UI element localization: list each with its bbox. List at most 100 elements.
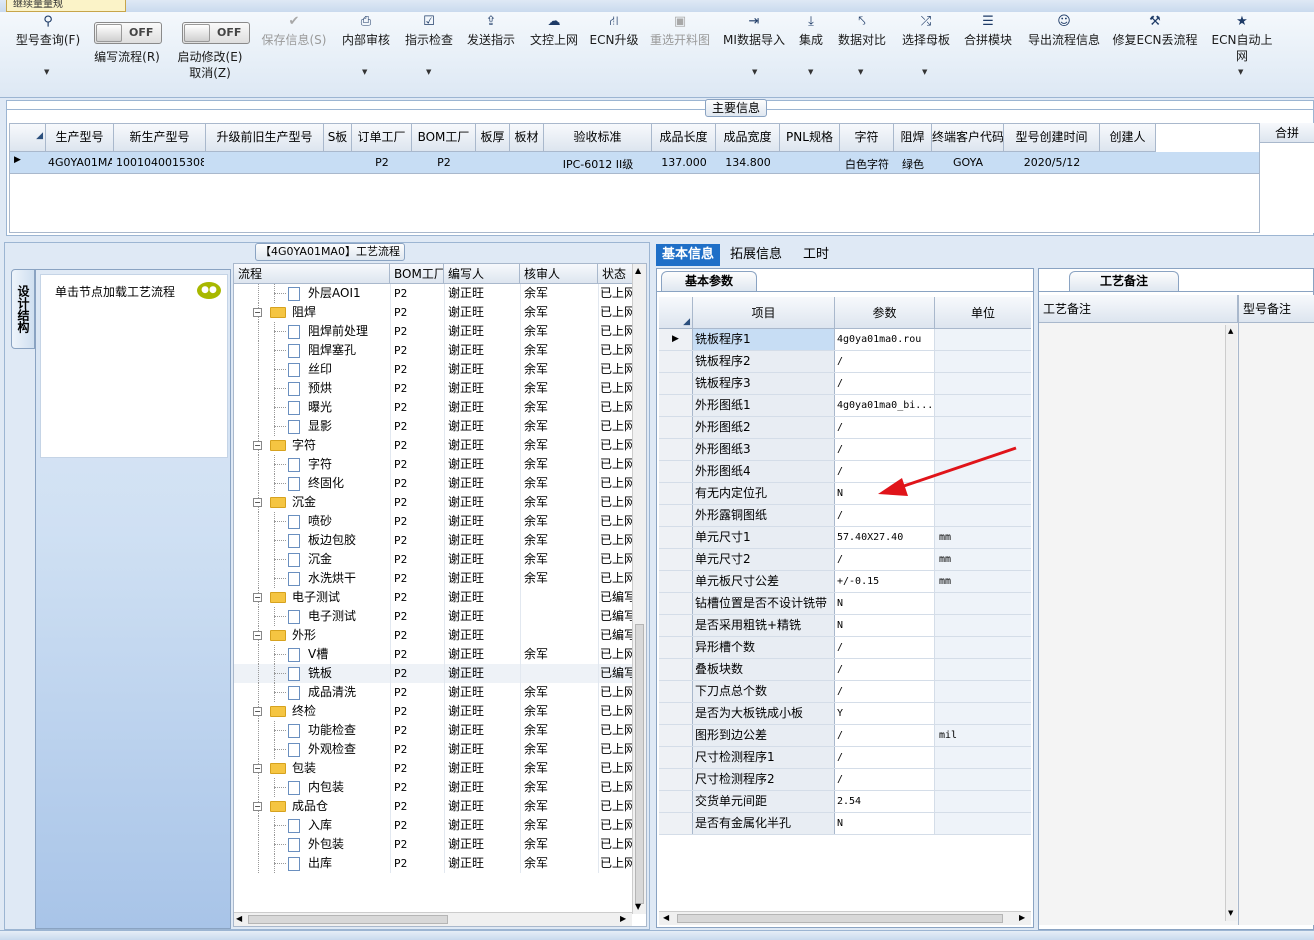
node-list[interactable]: 单击节点加载工艺流程 ●● <box>40 274 228 458</box>
col-header[interactable]: 验收标准 <box>544 124 652 152</box>
tree-row[interactable]: 功能检查 P2 谢正旺 余军 已上网 <box>234 721 634 740</box>
mi-data-import-button[interactable]: ⇥ MI数据导入 <box>720 14 788 48</box>
model-search-button[interactable]: ⚲ 型号查询(F) <box>12 14 84 48</box>
tree-row[interactable]: 终固化 P2 谢正旺 余军 已上网 <box>234 474 634 493</box>
collapse-icon[interactable]: − <box>253 498 262 507</box>
chevron-down-icon[interactable]: ▼ <box>858 68 863 76</box>
export-flow-info-button[interactable]: ☺ 导出流程信息 <box>1024 14 1104 48</box>
collapse-icon[interactable]: − <box>253 308 262 317</box>
tree-row[interactable]: 字符 P2 谢正旺 余军 已上网 <box>234 455 634 474</box>
scroll-thumb[interactable] <box>248 915 448 924</box>
tree-row[interactable]: 显影 P2 谢正旺 余军 已上网 <box>234 417 634 436</box>
tree-vertical-scrollbar[interactable]: ▲ ▼ <box>632 264 646 914</box>
ecn-auto-online-button[interactable]: ★ ECN自动上网 <box>1206 14 1278 64</box>
tree-row[interactable]: 沉金 P2 谢正旺 余军 已上网 <box>234 550 634 569</box>
chevron-down-icon[interactable]: ▼ <box>426 68 431 76</box>
chevron-down-icon[interactable]: ▼ <box>362 68 367 76</box>
col-header[interactable]: 生产型号 <box>46 124 114 152</box>
tree-row[interactable]: 外层AOI1 P2 谢正旺 余军 已上网 <box>234 284 634 303</box>
tree-row[interactable]: − 沉金 P2 谢正旺 余军 已上网 <box>234 493 634 512</box>
tree-row[interactable]: 曝光 P2 谢正旺 余军 已上网 <box>234 398 634 417</box>
tree-row[interactable]: − 阻焊 P2 谢正旺 余军 已上网 <box>234 303 634 322</box>
tree-row[interactable]: 水洗烘干 P2 谢正旺 余军 已上网 <box>234 569 634 588</box>
tree-col-header[interactable]: 编写人 <box>444 264 520 284</box>
col-header[interactable]: 成品长度 <box>652 124 716 152</box>
write-flow-toggle[interactable]: OFF <box>94 22 162 44</box>
scroll-up-icon[interactable]: ▲ <box>1228 327 1233 335</box>
cancel-label[interactable]: 取消(Z) <box>189 66 231 80</box>
tree-row[interactable]: 预烘 P2 谢正旺 余军 已上网 <box>234 379 634 398</box>
tree-row[interactable]: 出库 P2 谢正旺 余军 已上网 <box>234 854 634 873</box>
tree-col-header[interactable]: BOM工厂 <box>390 264 444 284</box>
tree-row[interactable]: 板边包胶 P2 谢正旺 余军 已上网 <box>234 531 634 550</box>
repair-ecn-flow-button[interactable]: ⚒ 修复ECN丢流程 <box>1112 14 1198 48</box>
scroll-right-icon[interactable]: ▶ <box>620 914 626 923</box>
scroll-left-icon[interactable]: ◀ <box>236 914 242 923</box>
scroll-down-icon[interactable]: ▼ <box>1228 909 1233 917</box>
chevron-down-icon[interactable]: ▼ <box>922 68 927 76</box>
tree-row[interactable]: − 外形 P2 谢正旺 已编写 <box>234 626 634 645</box>
collapse-icon[interactable]: − <box>253 707 262 716</box>
col-header[interactable]: 阻焊 <box>894 124 932 152</box>
tree-row[interactable]: 外观检查 P2 谢正旺 余军 已上网 <box>234 740 634 759</box>
tree-row[interactable]: 外包装 P2 谢正旺 余军 已上网 <box>234 835 634 854</box>
tree-row[interactable]: − 成品仓 P2 谢正旺 余军 已上网 <box>234 797 634 816</box>
collapse-icon[interactable]: − <box>253 593 262 602</box>
collapse-icon[interactable]: − <box>253 802 262 811</box>
chevron-down-icon[interactable]: ▼ <box>1238 68 1243 76</box>
tree-row[interactable]: 喷砂 P2 谢正旺 余军 已上网 <box>234 512 634 531</box>
tree-row[interactable]: 丝印 P2 谢正旺 余军 已上网 <box>234 360 634 379</box>
design-structure-tab[interactable]: 设计结构 <box>11 269 35 349</box>
tree-row[interactable]: V槽 P2 谢正旺 余军 已上网 <box>234 645 634 664</box>
col-header[interactable]: 升级前旧生产型号 <box>206 124 324 152</box>
col-header[interactable]: 板厚 <box>476 124 510 152</box>
tree-row[interactable]: 铣板 P2 谢正旺 已编写 <box>234 664 634 683</box>
app-tab[interactable]: 继续量量规 <box>6 0 126 12</box>
col-header[interactable]: PNL规格 <box>780 124 840 152</box>
collapse-icon[interactable]: − <box>253 631 262 640</box>
scroll-up-icon[interactable]: ▲ <box>635 266 641 275</box>
notes-scrollbar[interactable]: ▲ ▼ <box>1225 325 1237 921</box>
process-note-column[interactable]: 工艺备注 ▲ ▼ <box>1039 295 1239 925</box>
collapse-icon[interactable]: − <box>253 764 262 773</box>
chevron-down-icon[interactable]: ▼ <box>752 68 757 76</box>
select-mother-board-button[interactable]: ⤮ 选择母板 <box>898 14 954 48</box>
collapse-icon[interactable]: − <box>253 441 262 450</box>
tree-row[interactable]: − 终检 P2 谢正旺 余军 已上网 <box>234 702 634 721</box>
tree-row[interactable]: − 字符 P2 谢正旺 余军 已上网 <box>234 436 634 455</box>
chevron-down-icon[interactable]: ▼ <box>44 68 49 76</box>
model-note-column[interactable]: 型号备注 <box>1239 295 1314 925</box>
data-compare-button[interactable]: ⤣ 数据对比 <box>834 14 890 48</box>
tree-row[interactable]: 阻焊前处理 P2 谢正旺 余军 已上网 <box>234 322 634 341</box>
col-header[interactable]: S板 <box>324 124 352 152</box>
scroll-thumb[interactable] <box>635 624 644 904</box>
send-instruction-button[interactable]: ⇪ 发送指示 <box>464 14 518 48</box>
col-header[interactable]: 型号创建时间 <box>1004 124 1100 152</box>
save-info-button[interactable]: ✔ 保存信息(S) <box>258 14 330 48</box>
integrate-button[interactable]: ⤓ 集成 <box>794 14 828 48</box>
col-header[interactable]: 新生产型号 <box>114 124 206 152</box>
col-header[interactable]: BOM工厂 <box>412 124 476 152</box>
tree-row[interactable]: − 包装 P2 谢正旺 余军 已上网 <box>234 759 634 778</box>
tree-horizontal-scrollbar[interactable]: ◀ ▶ <box>234 912 632 926</box>
chevron-down-icon[interactable]: ▼ <box>808 68 813 76</box>
instruction-check-button[interactable]: ☑ 指示检查 <box>402 14 456 48</box>
col-header[interactable]: 创建人 <box>1100 124 1156 152</box>
merge-module-button[interactable]: ☰ 合拼模块 <box>960 14 1016 48</box>
doc-control-online-button[interactable]: ☁ 文控上网 <box>526 14 582 48</box>
col-header[interactable]: 终端客户代码 <box>932 124 1004 152</box>
tree-row[interactable]: 成品清洗 P2 谢正旺 余军 已上网 <box>234 683 634 702</box>
tree-col-header[interactable]: 流程 <box>234 264 390 284</box>
col-header[interactable]: 板材 <box>510 124 544 152</box>
col-header[interactable]: 订单工厂 <box>352 124 412 152</box>
tree-row[interactable]: 内包装 P2 谢正旺 余军 已上网 <box>234 778 634 797</box>
tree-row[interactable]: 阻焊塞孔 P2 谢正旺 余军 已上网 <box>234 341 634 360</box>
start-edit-toggle[interactable]: OFF <box>182 22 250 44</box>
tree-row[interactable]: 入库 P2 谢正旺 余军 已上网 <box>234 816 634 835</box>
scroll-down-icon[interactable]: ▼ <box>635 902 641 911</box>
col-header[interactable]: 成品宽度 <box>716 124 780 152</box>
notes-tab[interactable]: 工艺备注 <box>1069 271 1179 291</box>
col-header[interactable]: 字符 <box>840 124 894 152</box>
tree-col-header[interactable]: 核审人 <box>520 264 598 284</box>
reselect-cutting-button[interactable]: ▣ 重选开料图 <box>646 14 714 48</box>
